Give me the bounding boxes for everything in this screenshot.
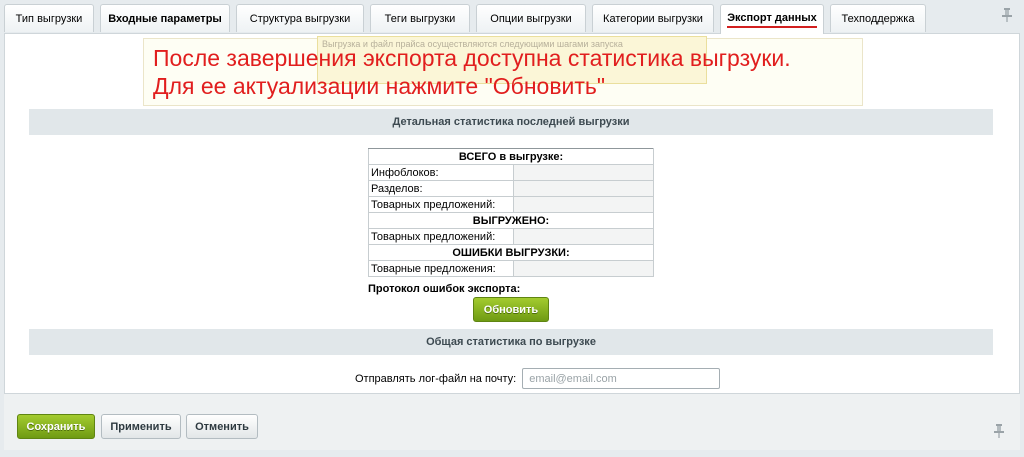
error-protocol-label: Протокол ошибок экспорта: <box>368 283 521 295</box>
notice-line-2: Для ее актуализации нажмите "Обновить" <box>153 73 606 99</box>
tab-label: Тип выгрузки <box>15 12 83 25</box>
tab-export-structure[interactable]: Структура выгрузки <box>236 4 364 32</box>
tab-label: Категории выгрузки <box>603 12 703 25</box>
tab-label: Теги выгрузки <box>384 12 456 25</box>
infoblocks-label: Инфоблоков: <box>368 164 514 181</box>
error-offers-label: Товарные предложения: <box>368 260 514 277</box>
data-export-panel: Выгрузка и файл прайса осуществляются сл… <box>4 33 1020 394</box>
uploaded-heading: ВЫГРУЖЕНО: <box>368 212 654 229</box>
tab-label: Структура выгрузки <box>249 12 351 25</box>
offers-value <box>513 196 654 213</box>
email-input[interactable] <box>522 368 721 389</box>
notice-text: После завершения экспорта доступна стати… <box>153 44 791 100</box>
cancel-button[interactable]: Отменить <box>186 414 258 439</box>
stats-table: ВСЕГО в выгрузке: Инфоблоков: Разделов: … <box>368 148 654 277</box>
general-stats-header: Общая статистика по выгрузке <box>29 329 993 355</box>
uploaded-offers-value <box>513 228 654 245</box>
pin-icon[interactable] <box>994 424 1004 438</box>
tab-export-categories[interactable]: Категории выгрузки <box>592 4 714 32</box>
email-label: Отправлять лог-файл на почту: <box>355 372 517 385</box>
tab-export-tags[interactable]: Теги выгрузки <box>370 4 470 32</box>
offers-label: Товарных предложений: <box>368 196 514 213</box>
tab-label: Техподдержка <box>841 12 915 25</box>
tab-data-export[interactable]: Экспорт данных <box>720 4 824 34</box>
email-row: Отправлять лог-файл на почту: <box>355 368 721 389</box>
total-heading: ВСЕГО в выгрузке: <box>368 148 654 165</box>
errors-heading: ОШИБКИ ВЫГРУЗКИ: <box>368 244 654 261</box>
notice-line-1: После завершения экспорта доступна стати… <box>153 45 791 71</box>
tab-bar: Тип выгрузки Входные параметры Структура… <box>4 4 1020 34</box>
detail-stats-header: Детальная статистика последней выгрузки <box>29 109 993 135</box>
error-offers-value <box>513 260 654 277</box>
tab-input-params[interactable]: Входные параметры <box>100 4 230 32</box>
tab-support[interactable]: Техподдержка <box>830 4 926 32</box>
sections-label: Разделов: <box>368 180 514 197</box>
tab-export-type[interactable]: Тип выгрузки <box>4 4 94 32</box>
tab-label: Экспорт данных <box>727 12 817 28</box>
pin-icon[interactable] <box>1002 8 1012 22</box>
uploaded-offers-label: Товарных предложений: <box>368 228 514 245</box>
sections-value <box>513 180 654 197</box>
tab-label: Опции выгрузки <box>490 12 572 25</box>
tab-label: Входные параметры <box>108 12 222 25</box>
infoblocks-value <box>513 164 654 181</box>
save-button[interactable]: Сохранить <box>17 414 95 439</box>
apply-button[interactable]: Применить <box>101 414 181 439</box>
refresh-button[interactable]: Обновить <box>473 297 549 322</box>
tab-export-options[interactable]: Опции выгрузки <box>476 4 586 32</box>
